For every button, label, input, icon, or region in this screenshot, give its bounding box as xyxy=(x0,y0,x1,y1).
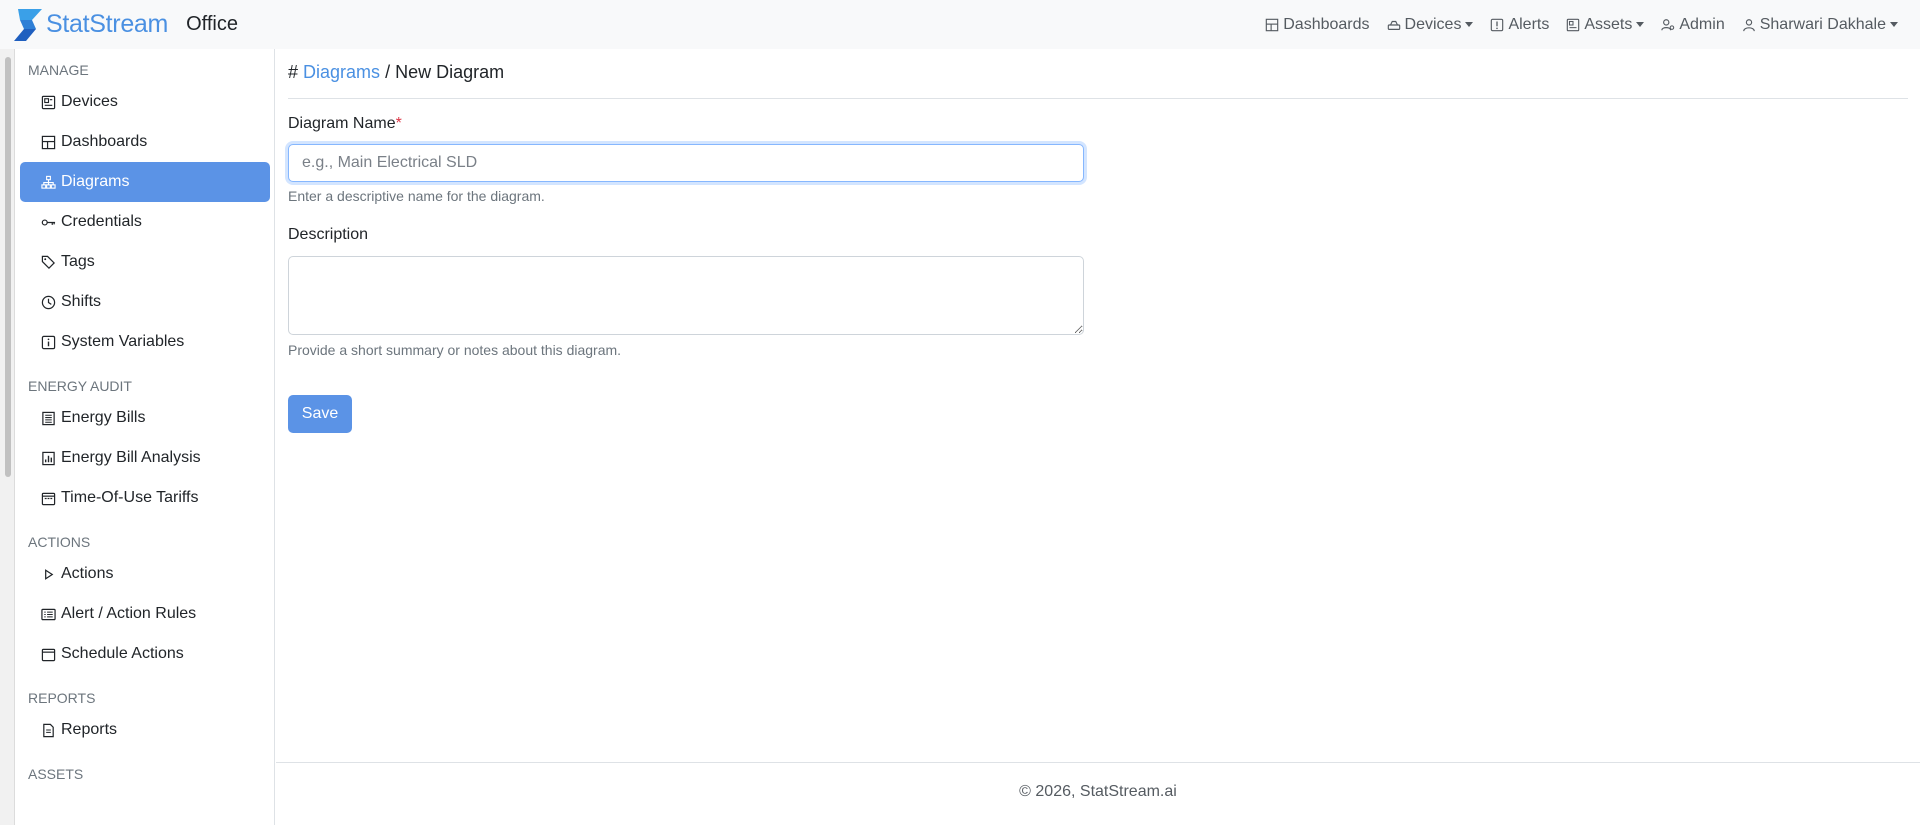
sidebar-item-shifts[interactable]: Shifts xyxy=(20,282,270,322)
breadcrumb-current: New Diagram xyxy=(395,62,505,82)
breadcrumb-link-diagrams[interactable]: Diagrams xyxy=(303,62,380,82)
sidebar-section-reports: REPORTS xyxy=(28,690,96,706)
device-icon xyxy=(41,95,56,109)
nav-devices-label: Devices xyxy=(1404,15,1462,33)
sidebar-item-label: Time-Of-Use Tariffs xyxy=(61,489,199,506)
nav-devices-dropdown[interactable]: Devices xyxy=(1387,16,1474,34)
alert-icon xyxy=(1491,18,1504,31)
bill-icon xyxy=(42,411,55,425)
sidebar-section-actions: ACTIONS xyxy=(28,534,91,550)
sidebar-item-label: Energy Bill Analysis xyxy=(61,449,201,466)
statstream-logo-icon xyxy=(14,8,42,41)
sidebar-item-label: Reports xyxy=(61,721,118,738)
dashboard-icon xyxy=(1265,18,1279,31)
description-textarea[interactable] xyxy=(288,256,1084,335)
sidebar-section-manage: MANAGE xyxy=(28,62,89,78)
nav-admin[interactable]: Admin xyxy=(1661,15,1725,34)
admin-icon xyxy=(1661,18,1675,30)
nav-assets-label: Assets xyxy=(1584,15,1633,33)
brand[interactable]: StatStream Office xyxy=(12,7,238,43)
top-navbar: StatStream Office Dashboards Devices Ale… xyxy=(0,0,1920,49)
sidebar-scrollbar-track[interactable] xyxy=(0,49,15,825)
diagram-icon xyxy=(41,175,56,189)
sidebar-item-diagrams[interactable]: Diagrams xyxy=(20,162,270,202)
calendar-icon xyxy=(41,648,56,661)
sidebar-item-label: System Variables xyxy=(61,333,185,350)
top-nav-menu: Dashboards Devices Alerts Assets Admin S… xyxy=(1248,16,1898,34)
sidebar-item-tags[interactable]: Tags xyxy=(20,242,270,282)
sidebar-item-time-of-use-tariffs[interactable]: Time-Of-Use Tariffs xyxy=(20,478,270,518)
play-icon xyxy=(45,568,54,580)
breadcrumb-hash: # xyxy=(288,62,299,82)
caret-down-icon xyxy=(1890,22,1898,27)
sidebar-item-alert-action-rules[interactable]: Alert / Action Rules xyxy=(20,594,270,634)
nav-dashboards[interactable]: Dashboards xyxy=(1265,15,1370,34)
sidebar-item-label: Alert / Action Rules xyxy=(61,605,197,622)
breadcrumb-divider xyxy=(288,98,1908,99)
sidebar-item-energy-bill-analysis[interactable]: Energy Bill Analysis xyxy=(20,438,270,478)
diagram-name-input[interactable] xyxy=(288,144,1084,182)
dashboard-icon xyxy=(41,135,56,149)
sidebar-item-label: Actions xyxy=(61,565,114,582)
sidebar-item-reports[interactable]: Reports xyxy=(20,710,270,750)
caret-down-icon xyxy=(1636,22,1645,27)
description-help: Provide a short summary or notes about t… xyxy=(288,342,622,358)
description-label: Description xyxy=(288,226,369,243)
report-icon xyxy=(43,723,54,737)
sidebar-item-dashboards[interactable]: Dashboards xyxy=(20,122,270,162)
nav-admin-label: Admin xyxy=(1679,15,1725,33)
sidebar-item-label: Tags xyxy=(61,253,95,270)
sidebar-item-label: Schedule Actions xyxy=(61,645,184,662)
breadcrumb: # Diagrams / New Diagram xyxy=(288,62,504,83)
tags-icon xyxy=(41,255,55,269)
sidebar-item-devices[interactable]: Devices xyxy=(20,82,270,122)
sidebar-section-energy-audit: ENERGY AUDIT xyxy=(28,378,132,394)
sidebar-item-actions[interactable]: Actions xyxy=(20,554,270,594)
save-button[interactable]: Save xyxy=(288,395,352,433)
sidebar-item-system-variables[interactable]: System Variables xyxy=(20,322,270,362)
key-icon xyxy=(41,218,56,226)
footer-divider xyxy=(276,762,1920,763)
breadcrumb-separator: / xyxy=(385,62,391,82)
assets-icon xyxy=(1567,18,1580,31)
diagram-name-label-text: Diagram Name xyxy=(288,115,396,132)
footer-copyright: © 2026, StatStream.ai xyxy=(1019,783,1177,800)
sidebar-item-label: Diagrams xyxy=(61,173,130,190)
sidebar-item-label: Devices xyxy=(61,93,118,110)
user-icon xyxy=(1742,18,1755,31)
caret-down-icon xyxy=(1465,22,1474,27)
nav-user-label: Sharwari Dakhale xyxy=(1759,15,1886,33)
clock-icon xyxy=(41,295,56,309)
sidebar-item-schedule-actions[interactable]: Schedule Actions xyxy=(20,634,270,674)
sidebar-item-label: Shifts xyxy=(61,293,102,310)
required-marker: * xyxy=(395,115,402,132)
sidebar-item-energy-bills[interactable]: Energy Bills xyxy=(20,398,270,438)
sidebar-scrollbar-thumb[interactable] xyxy=(5,57,11,477)
analysis-icon xyxy=(42,451,55,465)
nav-assets-dropdown[interactable]: Assets xyxy=(1566,15,1645,34)
diagram-name-label: Diagram Name* xyxy=(288,115,402,133)
nav-alerts[interactable]: Alerts xyxy=(1490,16,1549,34)
calendar-icon xyxy=(41,492,56,505)
info-icon xyxy=(41,335,56,349)
sidebar-item-credentials[interactable]: Credentials xyxy=(20,202,270,242)
sidebar-item-label: Dashboards xyxy=(61,133,148,150)
sidebar: MANAGE Devices Dashboards Diagrams Crede… xyxy=(16,49,275,825)
diagram-name-help: Enter a descriptive name for the diagram… xyxy=(288,188,545,204)
nav-alerts-label: Alerts xyxy=(1508,15,1550,33)
sidebar-item-label: Credentials xyxy=(61,213,142,230)
rules-icon xyxy=(41,608,56,620)
brand-name: StatStream xyxy=(46,10,169,38)
sidebar-section-assets: ASSETS xyxy=(28,766,84,782)
nav-user-dropdown[interactable]: Sharwari Dakhale xyxy=(1742,16,1898,34)
main-content: # Diagrams / New Diagram Diagram Name* E… xyxy=(276,49,1920,825)
devices-icon xyxy=(1387,20,1400,30)
workspace-name: Office xyxy=(186,13,238,35)
nav-dashboards-label: Dashboards xyxy=(1283,15,1370,33)
sidebar-item-label: Energy Bills xyxy=(61,409,146,426)
